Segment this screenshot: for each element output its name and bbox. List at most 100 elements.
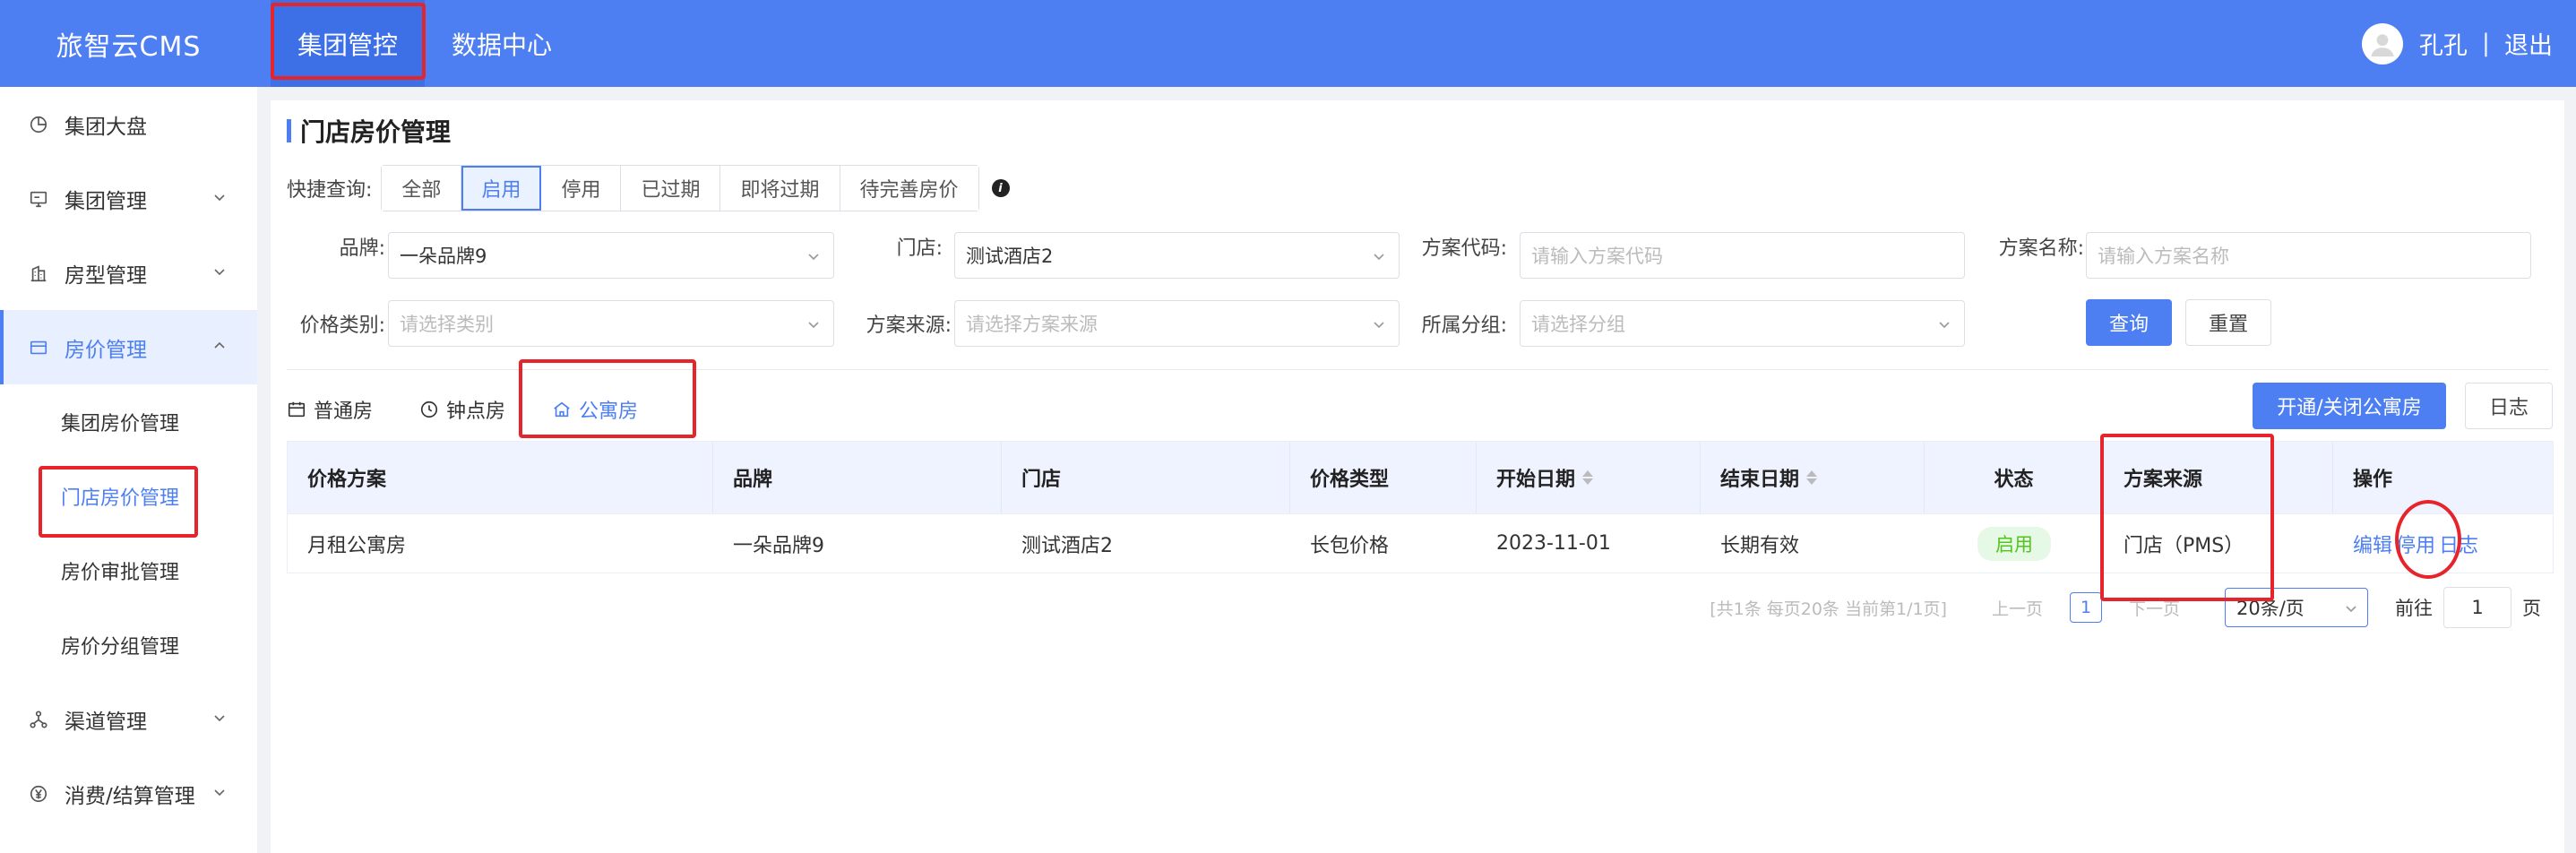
top-bar: 旅智云CMS 集团管控 数据中心 孔孔 | 退出: [0, 0, 2576, 87]
plan-source-placeholder: 请选择方案来源: [966, 314, 1098, 335]
chevron-down-icon: [214, 269, 225, 276]
topnav-group-control[interactable]: 集团管控: [271, 0, 426, 87]
calendar-icon: [287, 400, 306, 419]
tab-apartment-room[interactable]: 公寓房: [552, 385, 639, 437]
toggle-apartment-button[interactable]: 开通/关闭公寓房: [2253, 383, 2446, 429]
user-separator: |: [2481, 30, 2490, 57]
brand-select[interactable]: 一朵品牌9: [388, 232, 834, 279]
avatar[interactable]: [2361, 22, 2403, 65]
cell-end-date: 长期有效: [1720, 534, 1800, 557]
store-select[interactable]: 测试酒店2: [954, 232, 1400, 279]
yen-icon: [27, 782, 50, 806]
sidebar-item-label: 消费/结算管理: [65, 784, 195, 808]
pagination-summary: [共1条 每页20条 当前第1/1页]: [1710, 599, 1947, 619]
tab-hourly-room[interactable]: 钟点房: [419, 385, 505, 434]
col-source: 方案来源: [2104, 442, 2333, 513]
group-select[interactable]: 请选择分组: [1520, 300, 1965, 347]
quick-filter-expired[interactable]: 已过期: [621, 166, 721, 211]
tab-label: 公寓房: [579, 401, 639, 423]
table-row: 月租公寓房 一朵品牌9 测试酒店2 长包价格 2023-11-01 长期有效 启…: [288, 513, 2553, 573]
logout-link[interactable]: 退出: [2504, 26, 2553, 61]
cell-status: 启用: [1925, 514, 2104, 573]
status-badge: 启用: [1977, 526, 2051, 561]
sidebar-item-channel[interactable]: 渠道管理: [0, 682, 257, 756]
page-title: 门店房价管理: [287, 113, 451, 149]
plan-name-input[interactable]: 请输入方案名称: [2086, 232, 2531, 279]
quick-filter-enabled[interactable]: 启用: [461, 166, 542, 211]
sidebar-sub-group-price[interactable]: 集团房价管理: [0, 384, 257, 459]
user-icon: [2371, 33, 2394, 56]
filter-divider: [287, 369, 2548, 370]
card-icon: [27, 336, 50, 359]
price-type-label: 价格类别:: [299, 314, 385, 337]
col-brand: 品牌: [713, 442, 1002, 513]
cell-price-type: 长包价格: [1310, 534, 1390, 557]
edit-link[interactable]: 编辑: [2353, 530, 2392, 558]
search-button[interactable]: 查询: [2086, 299, 2172, 346]
chevron-down-icon: [1939, 322, 1950, 329]
price-type-select[interactable]: 请选择类别: [388, 300, 834, 347]
price-type-placeholder: 请选择类别: [400, 314, 494, 335]
prev-page-button[interactable]: 上一页: [1992, 596, 2043, 620]
chevron-down-icon: [2346, 606, 2356, 613]
page-number[interactable]: 1: [2069, 592, 2102, 623]
quick-filter-expiring[interactable]: 即将过期: [720, 166, 840, 211]
title-accent-bar: [287, 119, 291, 142]
sidebar-item-group-management[interactable]: 集团管理: [0, 161, 257, 236]
tab-normal-room[interactable]: 普通房: [287, 385, 373, 434]
log-link[interactable]: 日志: [2439, 530, 2478, 558]
quick-filter-group: 全部 启用 停用 已过期 即将过期 待完善房价: [381, 165, 979, 211]
goto-page: 前往 1 页: [2395, 587, 2541, 628]
sidebar-item-consumption[interactable]: 消费/结算管理: [0, 756, 257, 831]
main-panel: 门店房价管理 快捷查询: 全部 启用 停用 已过期 即将过期 待完善房价 i 品…: [271, 100, 2564, 853]
sidebar-item-group-dashboard[interactable]: 集团大盘: [0, 87, 257, 161]
info-icon[interactable]: i: [991, 179, 1010, 197]
sort-icon[interactable]: [1806, 470, 1818, 485]
app-logo[interactable]: 旅智云CMS: [0, 0, 257, 87]
user-name[interactable]: 孔孔: [2419, 26, 2468, 61]
log-button[interactable]: 日志: [2465, 383, 2553, 429]
col-status: 状态: [1925, 442, 2104, 513]
brand-select-value: 一朵品牌9: [400, 246, 487, 267]
sort-icon[interactable]: [1582, 470, 1594, 485]
chevron-down-icon: [214, 789, 225, 797]
chevron-down-icon: [808, 254, 819, 261]
home-icon: [552, 400, 572, 419]
next-page-button[interactable]: 下一页: [2129, 596, 2180, 620]
chevron-down-icon: [1374, 254, 1384, 261]
goto-suffix: 页: [2522, 598, 2541, 619]
cell-source: 门店（PMS）: [2124, 534, 2244, 557]
group-placeholder: 请选择分组: [1531, 314, 1625, 335]
disable-link[interactable]: 停用: [2396, 530, 2435, 558]
chevron-down-icon: [214, 715, 225, 722]
sidebar-sub-price-approval[interactable]: 房价审批管理: [0, 533, 257, 607]
table-header: 价格方案 品牌 门店 价格类型 开始日期 结束日期 状态 方案来源 操作: [288, 442, 2553, 513]
col-price-type: 价格类型: [1290, 442, 1477, 513]
room-type-tabs: 普通房 钟点房 公寓房: [287, 385, 685, 439]
cell-ops: 编辑 停用 日志: [2333, 514, 2553, 573]
sidebar-item-room-type[interactable]: 房型管理: [0, 236, 257, 310]
reset-button[interactable]: 重置: [2185, 299, 2271, 346]
pie-chart-icon: [27, 113, 50, 136]
col-ops: 操作: [2353, 469, 2393, 491]
sidebar-sub-price-grouping[interactable]: 房价分组管理: [0, 607, 257, 682]
plan-source-select[interactable]: 请选择方案来源: [954, 300, 1400, 347]
col-start-date[interactable]: 开始日期: [1477, 442, 1701, 513]
sidebar-item-label: 房型管理: [65, 263, 147, 288]
plan-code-input[interactable]: 请输入方案代码: [1520, 232, 1965, 279]
building-icon: [27, 262, 50, 285]
sidebar-sub-store-price[interactable]: 门店房价管理: [0, 459, 257, 533]
sidebar-item-label: 房价管理: [65, 338, 147, 362]
sidebar-item-room-price[interactable]: 房价管理: [0, 310, 257, 384]
page-size-select[interactable]: 20条/页: [2225, 588, 2368, 627]
page-size-value: 20条/页: [2236, 598, 2305, 619]
quick-filter-incomplete[interactable]: 待完善房价: [840, 166, 978, 211]
quick-filter-disabled[interactable]: 停用: [541, 166, 622, 211]
topnav-data-center[interactable]: 数据中心: [425, 0, 579, 87]
col-end-date[interactable]: 结束日期: [1701, 442, 1925, 513]
cell-store: 测试酒店2: [1021, 534, 1113, 557]
page-title-text: 门店房价管理: [300, 117, 452, 147]
plan-code-label: 方案代码:: [1421, 237, 1507, 260]
goto-page-input[interactable]: 1: [2443, 587, 2511, 628]
quick-filter-all[interactable]: 全部: [382, 166, 462, 211]
